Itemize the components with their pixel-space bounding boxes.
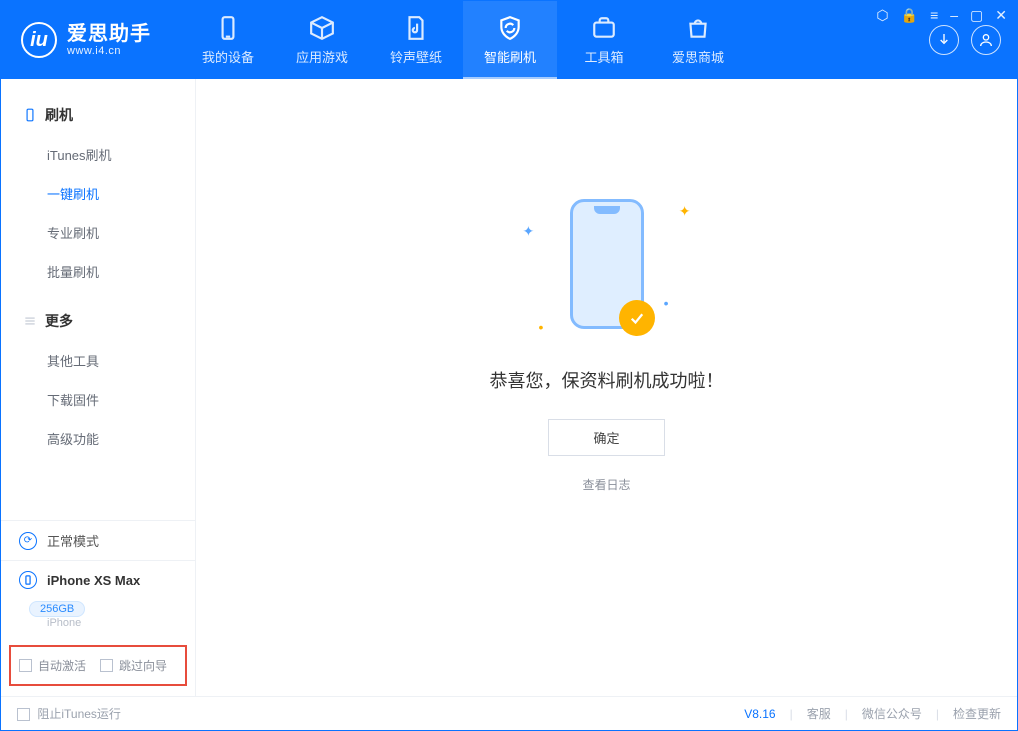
app-name: 爱思助手 bbox=[67, 23, 151, 45]
bag-icon bbox=[685, 15, 711, 41]
music-file-icon bbox=[403, 15, 429, 41]
nav-flash[interactable]: 智能刷机 bbox=[463, 1, 557, 79]
sidebar-item-itunes[interactable]: iTunes刷机 bbox=[1, 135, 195, 174]
app-logo[interactable]: iu 爱思助手 www.i4.cn bbox=[21, 22, 151, 58]
nav-label: 智能刷机 bbox=[484, 47, 536, 66]
device-capacity: 256GB bbox=[29, 601, 85, 617]
refresh-shield-icon bbox=[497, 15, 523, 41]
sidebar-item-advanced[interactable]: 高级功能 bbox=[1, 419, 195, 458]
device-mode-label: 正常模式 bbox=[47, 531, 99, 550]
briefcase-icon bbox=[591, 15, 617, 41]
success-message: 恭喜您，保资料刷机成功啦！ bbox=[490, 367, 724, 393]
support-link[interactable]: 客服 bbox=[807, 705, 831, 722]
sidebar-head-label: 更多 bbox=[45, 311, 73, 331]
maximize-button[interactable]: ▢ bbox=[970, 7, 983, 24]
nav-label: 应用游戏 bbox=[296, 47, 348, 66]
device-name: iPhone XS Max bbox=[47, 573, 140, 588]
checkbox-label: 阻止iTunes运行 bbox=[37, 707, 121, 721]
sparkle-icon: • bbox=[664, 295, 669, 311]
download-icon bbox=[936, 32, 952, 48]
device-capacity-row: 256GB bbox=[1, 599, 195, 617]
sidebar-head-label: 刷机 bbox=[45, 105, 73, 125]
checkbox-icon[interactable] bbox=[17, 708, 30, 721]
phone-outline-icon bbox=[570, 199, 644, 329]
nav-toolbox[interactable]: 工具箱 bbox=[557, 1, 651, 79]
statusbar-right: V8.16 | 客服 | 微信公众号 | 检查更新 bbox=[744, 705, 1001, 722]
list-icon bbox=[23, 314, 37, 328]
nav-label: 铃声壁纸 bbox=[390, 47, 442, 66]
close-button[interactable]: ✕ bbox=[995, 7, 1007, 24]
checkbox-icon[interactable] bbox=[100, 659, 113, 672]
nav-apps[interactable]: 应用游戏 bbox=[275, 1, 369, 79]
sparkle-icon: ✦ bbox=[679, 203, 691, 220]
window-controls: ⬡ 🔒 ≡ – ▢ ✕ bbox=[876, 7, 1007, 24]
view-log-link[interactable]: 查看日志 bbox=[582, 476, 630, 493]
nav-label: 工具箱 bbox=[584, 47, 623, 66]
sidebar-group-more: 更多 其他工具 下载固件 高级功能 bbox=[1, 301, 195, 458]
sparkle-icon: ✦ bbox=[523, 223, 535, 240]
nav-label: 我的设备 bbox=[202, 47, 254, 66]
checkbox-block-itunes[interactable]: 阻止iTunes运行 bbox=[17, 705, 121, 722]
sidebar-item-pro[interactable]: 专业刷机 bbox=[1, 213, 195, 252]
version-label: V8.16 bbox=[744, 707, 775, 721]
nav-label: 爱思商城 bbox=[672, 47, 724, 66]
sidebar: 刷机 iTunes刷机 一键刷机 专业刷机 批量刷机 更多 其他工具 下载固件 … bbox=[1, 79, 196, 696]
sidebar-item-onekey[interactable]: 一键刷机 bbox=[1, 174, 195, 213]
logo-text: 爱思助手 www.i4.cn bbox=[67, 23, 151, 57]
separator: | bbox=[936, 707, 939, 721]
separator: | bbox=[790, 707, 793, 721]
separator: | bbox=[845, 707, 848, 721]
sidebar-head-flash: 刷机 bbox=[1, 95, 195, 135]
device-type: iPhone bbox=[29, 617, 195, 639]
statusbar-left: 阻止iTunes运行 bbox=[17, 705, 121, 722]
device-name-row[interactable]: iPhone XS Max bbox=[1, 560, 195, 599]
main-content: ✦ ✦ • • 恭喜您，保资料刷机成功啦！ 确定 查看日志 bbox=[196, 79, 1017, 696]
app-domain: www.i4.cn bbox=[67, 45, 151, 57]
checkbox-auto-activate[interactable]: 自动激活 bbox=[19, 657, 86, 674]
sidebar-options-highlight: 自动激活 跳过向导 bbox=[9, 645, 187, 686]
phone-small-icon bbox=[19, 571, 37, 589]
nav-store[interactable]: 爱思商城 bbox=[651, 1, 745, 79]
sidebar-head-more: 更多 bbox=[1, 301, 195, 341]
checkbox-skip-guide[interactable]: 跳过向导 bbox=[100, 657, 167, 674]
sparkle-icon: • bbox=[539, 319, 544, 335]
header-right bbox=[929, 25, 1001, 55]
header: iu 爱思助手 www.i4.cn 我的设备 应用游戏 铃声壁纸 智能刷机 bbox=[1, 1, 1017, 79]
app-window: ⬡ 🔒 ≡ – ▢ ✕ iu 爱思助手 www.i4.cn 我的设备 应用游戏 bbox=[0, 0, 1018, 731]
lock-icon[interactable]: 🔒 bbox=[901, 7, 918, 24]
wechat-link[interactable]: 微信公众号 bbox=[862, 705, 922, 722]
top-nav: 我的设备 应用游戏 铃声壁纸 智能刷机 工具箱 爱思商城 bbox=[181, 1, 745, 79]
success-illustration: ✦ ✦ • • bbox=[517, 189, 697, 339]
logo-icon: iu bbox=[21, 22, 57, 58]
device-info: ⟳ 正常模式 iPhone XS Max 256GB iPhone bbox=[1, 520, 195, 639]
skin-icon[interactable]: ⬡ bbox=[876, 7, 888, 24]
cube-icon bbox=[309, 15, 335, 41]
body: 刷机 iTunes刷机 一键刷机 专业刷机 批量刷机 更多 其他工具 下载固件 … bbox=[1, 79, 1017, 696]
minimize-button[interactable]: – bbox=[950, 7, 958, 24]
update-link[interactable]: 检查更新 bbox=[953, 705, 1001, 722]
mode-icon: ⟳ bbox=[19, 532, 37, 550]
checkbox-label: 自动激活 bbox=[38, 657, 86, 674]
ok-button[interactable]: 确定 bbox=[548, 419, 664, 456]
sidebar-scroll: 刷机 iTunes刷机 一键刷机 专业刷机 批量刷机 更多 其他工具 下载固件 … bbox=[1, 79, 195, 520]
device-icon bbox=[23, 108, 37, 122]
download-button[interactable] bbox=[929, 25, 959, 55]
nav-ringtone[interactable]: 铃声壁纸 bbox=[369, 1, 463, 79]
sidebar-item-firmware[interactable]: 下载固件 bbox=[1, 380, 195, 419]
check-badge-icon bbox=[619, 300, 655, 336]
status-bar: 阻止iTunes运行 V8.16 | 客服 | 微信公众号 | 检查更新 bbox=[1, 696, 1017, 730]
account-button[interactable] bbox=[971, 25, 1001, 55]
nav-device[interactable]: 我的设备 bbox=[181, 1, 275, 79]
user-icon bbox=[978, 32, 994, 48]
sidebar-item-other[interactable]: 其他工具 bbox=[1, 341, 195, 380]
device-mode-row[interactable]: ⟳ 正常模式 bbox=[1, 521, 195, 560]
phone-icon bbox=[215, 15, 241, 41]
menu-icon[interactable]: ≡ bbox=[930, 7, 938, 24]
checkbox-icon[interactable] bbox=[19, 659, 32, 672]
checkbox-label: 跳过向导 bbox=[119, 657, 167, 674]
sidebar-item-batch[interactable]: 批量刷机 bbox=[1, 252, 195, 291]
sidebar-group-flash: 刷机 iTunes刷机 一键刷机 专业刷机 批量刷机 bbox=[1, 95, 195, 291]
